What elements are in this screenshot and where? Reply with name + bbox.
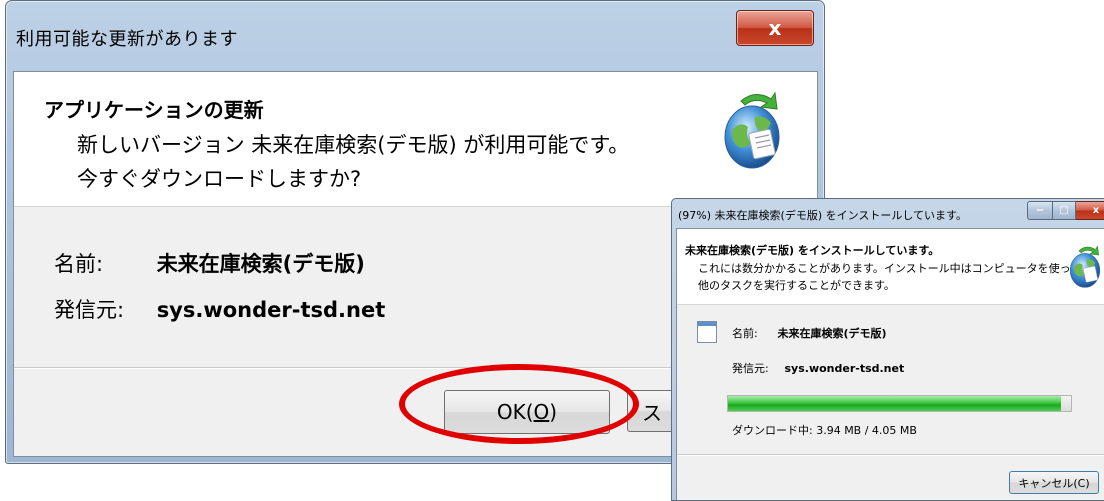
dialog-message: 新しいバージョン 未来在庫検索(デモ版) が利用可能です。今すぐダウンロードしま… bbox=[77, 133, 630, 191]
close-button[interactable]: x bbox=[1076, 201, 1104, 220]
divider bbox=[677, 454, 1104, 456]
window-title: (97%) 未来在庫検索(デモ版) をインストールしています。 bbox=[678, 209, 967, 222]
dialog-header: アプリケーションの更新 新しいバージョン 未来在庫検索(デモ版) が利用可能です… bbox=[14, 72, 817, 207]
dialog-header: 未来在庫検索(デモ版) をインストールしています。 これには数分かかることがあり… bbox=[677, 229, 1104, 305]
installing-dialog: (97%) 未来在庫検索(デモ版) をインストールしています。 − □ x 未来… bbox=[671, 198, 1104, 501]
highlight-ellipse bbox=[399, 364, 639, 444]
maximize-button[interactable]: □ bbox=[1053, 201, 1076, 220]
dialog-body: 未来在庫検索(デモ版) をインストールしています。 これには数分かかることがあり… bbox=[676, 228, 1104, 500]
close-icon: x bbox=[768, 16, 782, 40]
name-row: 名前: 未来在庫検索(デモ版) bbox=[54, 248, 365, 278]
publisher-label: 発信元: bbox=[732, 362, 769, 375]
name-value: 未来在庫検索(デモ版) bbox=[156, 252, 365, 276]
download-progress-bar bbox=[727, 395, 1072, 412]
progress-fill bbox=[728, 396, 1061, 411]
name-label: 名前: bbox=[732, 327, 758, 340]
globe-update-icon bbox=[724, 91, 780, 169]
minimize-button[interactable]: − bbox=[1027, 201, 1053, 220]
publisher-value: sys.wonder-tsd.net bbox=[784, 362, 905, 375]
name-label: 名前: bbox=[54, 252, 104, 276]
name-row: 名前: 未来在庫検索(デモ版) bbox=[732, 325, 887, 341]
title-bar[interactable]: 利用可能な更新があります x bbox=[6, 1, 824, 71]
globe-update-icon bbox=[1069, 245, 1101, 288]
application-icon bbox=[697, 321, 717, 343]
name-value: 未来在庫検索(デモ版) bbox=[777, 327, 887, 340]
maximize-icon: □ bbox=[1059, 205, 1069, 216]
dialog-message: これには数分かかることがあります。インストール中はコンピュータを使って他のタスク… bbox=[698, 262, 1082, 292]
dialog-heading: アプリケーションの更新 bbox=[44, 98, 264, 122]
minimize-icon: − bbox=[1035, 205, 1045, 216]
window-title: 利用可能な更新があります bbox=[16, 29, 238, 50]
publisher-value: sys.wonder-tsd.net bbox=[156, 298, 386, 322]
skip-label: ス bbox=[642, 400, 662, 425]
window-controls: − □ x bbox=[1027, 201, 1104, 220]
close-icon: x bbox=[1092, 205, 1100, 216]
publisher-label: 発信元: bbox=[54, 298, 125, 322]
close-button[interactable]: x bbox=[736, 10, 814, 46]
publisher-row: 発信元: sys.wonder-tsd.net bbox=[732, 360, 904, 376]
publisher-row: 発信元: sys.wonder-tsd.net bbox=[54, 294, 385, 324]
dialog-heading: 未来在庫検索(デモ版) をインストールしています。 bbox=[685, 244, 940, 257]
cancel-button[interactable]: キャンセル(C) bbox=[1009, 471, 1099, 494]
download-status: ダウンロード中: 3.94 MB / 4.05 MB bbox=[732, 424, 917, 437]
